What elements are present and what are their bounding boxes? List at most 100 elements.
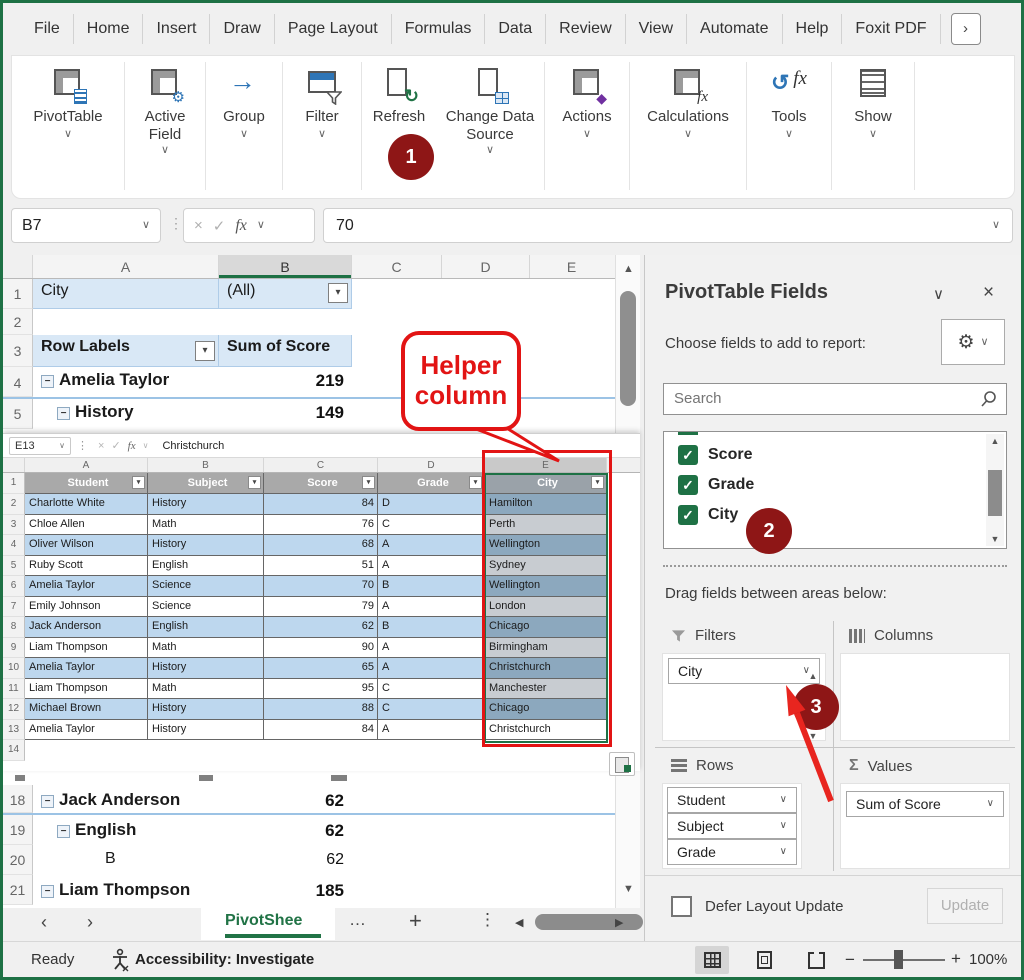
cell-b20[interactable]: 62	[219, 845, 352, 875]
tab-draw[interactable]: Draw	[210, 14, 274, 44]
field-item-score[interactable]: ✓ Score	[664, 440, 1006, 470]
column-header-a[interactable]: A	[33, 255, 219, 278]
formula-bar-handle[interactable]: ⋮	[169, 215, 183, 232]
page-layout-view-button[interactable]	[747, 946, 781, 974]
column-header-d[interactable]: D	[442, 255, 530, 278]
tools-button[interactable]: ↺fx Tools ∨	[747, 56, 831, 140]
cell-a5[interactable]: −History	[33, 399, 219, 429]
normal-view-button[interactable]	[695, 946, 729, 974]
hscroll-left-icon[interactable]: ◀	[515, 916, 523, 929]
scroll-down-icon[interactable]: ▼	[804, 731, 822, 741]
tab-insert[interactable]: Insert	[143, 14, 210, 44]
scroll-down-icon[interactable]: ▼	[616, 883, 641, 895]
filter-dropdown-icon[interactable]: ▾	[132, 476, 145, 489]
sheet-nav-left-icon[interactable]: ‹	[41, 912, 47, 933]
sheet-tab-pivotsheet[interactable]: PivotShee	[201, 904, 335, 940]
tools-options-button[interactable]: ⚙ ∨	[941, 319, 1005, 365]
rows-field-student[interactable]: Student ∨	[667, 787, 797, 813]
active-cell[interactable]: Christchurch	[485, 720, 607, 741]
select-all-corner[interactable]	[3, 255, 33, 278]
zoom-slider-track[interactable]	[863, 959, 945, 961]
expand-formula-bar-icon[interactable]: ∨	[992, 220, 1000, 231]
cell-b21[interactable]: 185	[219, 875, 352, 905]
search-input[interactable]	[664, 384, 964, 412]
cell-b19[interactable]: 62	[219, 815, 352, 845]
tab-review[interactable]: Review	[546, 14, 625, 44]
enter-icon[interactable]: ✓	[111, 439, 120, 452]
name-box[interactable]: B7 ∨	[11, 208, 161, 243]
rows-field-subject[interactable]: Subject ∨	[667, 813, 797, 839]
collapse-icon[interactable]: −	[41, 885, 54, 898]
scroll-up-icon[interactable]: ▲	[616, 263, 641, 275]
zoom-in-icon[interactable]: +	[951, 949, 961, 969]
handle-icon[interactable]: ⋮	[479, 910, 496, 930]
tab-formulas[interactable]: Formulas	[392, 14, 486, 44]
header-subject[interactable]: Subject▾	[148, 473, 264, 494]
pivottable-button[interactable]: PivotTable ∨	[12, 56, 124, 140]
defer-layout-checkbox[interactable]	[671, 896, 692, 917]
zoom-level[interactable]: 100%	[969, 951, 1007, 968]
cell-b18[interactable]: 62	[219, 785, 352, 813]
change-data-source-button[interactable]: Change Data Source ∨	[436, 56, 544, 156]
filter-dropdown-icon[interactable]: ▾	[248, 476, 261, 489]
scroll-up-icon[interactable]: ▲	[804, 671, 822, 681]
filter-dropdown-icon[interactable]: ▾	[328, 283, 348, 303]
filter-dropdown-icon[interactable]: ▾	[469, 476, 482, 489]
active-field-button[interactable]: ⚙ Active Field ∨	[125, 56, 205, 156]
column-header-e[interactable]: E	[530, 255, 613, 278]
group-button[interactable]: → Group ∨	[206, 56, 282, 140]
update-button[interactable]: Update	[927, 888, 1003, 924]
scrollbar-thumb[interactable]	[988, 470, 1002, 516]
checkbox-checked-icon[interactable]: ✓	[678, 505, 698, 525]
collapse-icon[interactable]: −	[57, 825, 70, 838]
add-sheet-icon[interactable]: +	[409, 908, 422, 934]
chevron-down-icon[interactable]: ∨	[933, 285, 944, 303]
cell-a1[interactable]: City	[33, 279, 219, 309]
filter-dropdown-icon[interactable]: ▾	[362, 476, 375, 489]
actions-button[interactable]: ◆ Actions ∨	[545, 56, 629, 140]
tab-automate[interactable]: Automate	[687, 14, 782, 44]
cell-a19[interactable]: −English	[33, 815, 219, 845]
cell-b5[interactable]: 149	[219, 399, 352, 429]
filter-dropdown-icon[interactable]: ▾	[195, 341, 215, 361]
tab-view[interactable]: View	[626, 14, 687, 44]
scroll-down-icon[interactable]: ▼	[986, 534, 1004, 544]
cell-b4[interactable]: 219	[219, 367, 352, 397]
fields-list-scrollbar[interactable]: ▲ ▼	[986, 434, 1004, 546]
column-header-b[interactable]: B	[219, 255, 352, 278]
filter-button[interactable]: Filter ∨	[283, 56, 361, 140]
close-icon[interactable]: ×	[983, 282, 994, 304]
accessibility-status[interactable]: Accessibility: Investigate	[135, 951, 314, 968]
cell-b2[interactable]	[219, 309, 352, 335]
collapse-icon[interactable]: −	[41, 375, 54, 388]
insert-function-icon[interactable]: fx	[128, 440, 136, 452]
tab-help[interactable]: Help	[783, 14, 843, 44]
collapse-icon[interactable]: −	[41, 795, 54, 808]
values-area[interactable]: Sum of Score ∨	[840, 783, 1010, 869]
cell-a3[interactable]: Row Labels ▾	[33, 335, 219, 367]
filters-field-city[interactable]: City ∨	[668, 658, 820, 684]
more-sheets-icon[interactable]: …	[349, 910, 367, 930]
field-item-grade[interactable]: ✓ Grade	[664, 470, 1006, 500]
tab-home[interactable]: Home	[74, 14, 144, 44]
tab-file[interactable]: File	[21, 14, 74, 44]
checkbox-checked-icon[interactable]: ✓	[678, 445, 698, 465]
formula-input[interactable]: 70 ∨	[323, 208, 1013, 243]
cancel-icon[interactable]: ×	[98, 440, 104, 452]
cancel-icon[interactable]: ×	[194, 217, 203, 234]
calculations-button[interactable]: fx Calculations ∨	[630, 56, 746, 140]
scroll-up-icon[interactable]: ▲	[986, 436, 1004, 446]
more-tabs-button[interactable]: ›	[951, 13, 981, 45]
collapse-icon[interactable]: −	[57, 407, 70, 420]
cell-a18[interactable]: −Jack Anderson	[33, 785, 219, 813]
field-item-city[interactable]: ✓ City	[664, 500, 1006, 530]
paste-options-icon[interactable]	[609, 752, 635, 776]
overlay-name-box[interactable]: E13 ∨	[9, 437, 71, 455]
cell-a4[interactable]: −Amelia Taylor	[33, 367, 219, 397]
tab-data[interactable]: Data	[485, 14, 546, 44]
show-button[interactable]: Show ∨	[832, 56, 914, 140]
header-city[interactable]: City▾	[485, 473, 607, 494]
insert-function-icon[interactable]: fx	[235, 217, 247, 235]
zoom-out-icon[interactable]: −	[845, 950, 855, 970]
filter-dropdown-icon[interactable]: ▾	[591, 476, 604, 489]
